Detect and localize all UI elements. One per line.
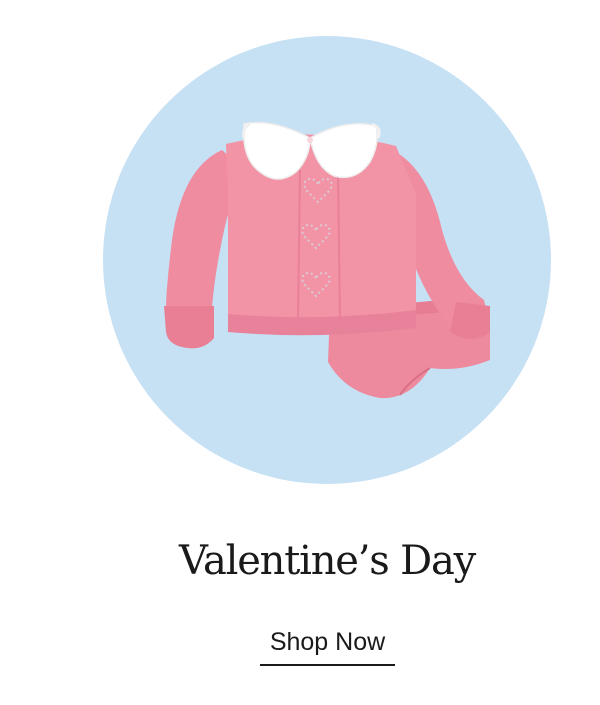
shop-now-link[interactable]: Shop Now: [260, 624, 395, 666]
promo-title: Valentine’s Day: [178, 538, 476, 584]
pink-knit-heart-sweater-set-icon[interactable]: [160, 110, 500, 410]
